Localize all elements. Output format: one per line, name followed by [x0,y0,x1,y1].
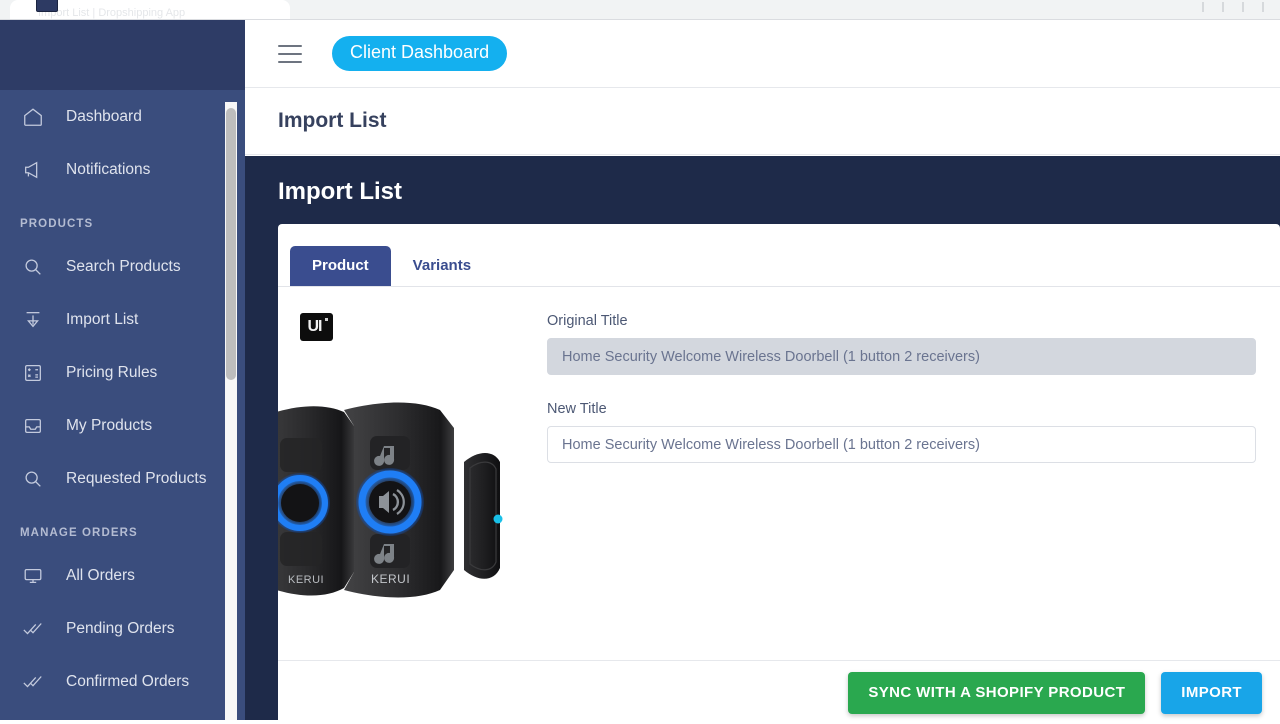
sidebar-item-label: All Orders [66,566,135,584]
tab-bar: Product Variants [278,224,1280,287]
browser-icon-4 [1262,2,1264,12]
product-image: KERUI KERUI [278,402,503,598]
magnifier-icon [20,254,46,280]
sidebar-brand-area [0,20,245,90]
sidebar-scrollbar-thumb[interactable] [226,108,236,380]
monitor-icon [20,563,46,589]
breadcrumb: Import List [245,88,1280,155]
browser-icon-1 [1202,2,1204,12]
import-button[interactable]: IMPORT [1161,671,1262,714]
card-body: UI KERUI KERUI Original Title Home Secur… [278,287,1280,660]
hamburger-line-3 [278,60,302,63]
brand-logo-text: UI [307,318,323,335]
sidebar: Dashboard Notifications PRODUCTS Search … [0,20,245,720]
calculator-icon [20,360,46,386]
panel-title: Import List [278,178,402,205]
double-check-icon [20,669,46,695]
page-title: Import List [278,109,387,132]
sidebar-item-notifications[interactable]: Notifications [0,143,245,196]
inbox-tray-icon [20,413,46,439]
megaphone-icon [20,157,46,183]
sidebar-item-label: Requested Products [66,469,207,487]
double-check-icon [20,616,46,642]
top-bar: Client Dashboard [245,20,1280,88]
sidebar-item-requested-products[interactable]: Requested Products [0,452,245,505]
sidebar-item-label: Pricing Rules [66,363,158,381]
import-list-card: Product Variants UI KERUI KERUI Original… [278,224,1280,724]
main-region: Client Dashboard Import List Import List… [245,20,1280,724]
browser-icon-3 [1242,2,1244,12]
product-media-column: UI KERUI KERUI [278,313,512,660]
sidebar-section-products: PRODUCTS [20,218,94,230]
sidebar-item-label: Confirmed Orders [66,672,190,690]
download-arrow-icon [20,307,46,333]
brand-logo-registered-mark [325,318,328,321]
sidebar-nav-scroll[interactable]: Dashboard Notifications PRODUCTS Search … [0,90,245,720]
original-title-input[interactable]: Home Security Welcome Wireless Doorbell … [547,338,1256,375]
brand-logo-badge: UI [300,313,333,341]
new-title-label: New Title [547,401,607,417]
browser-icon-2 [1222,2,1224,12]
original-title-label: Original Title [547,313,628,329]
app-favicon [36,0,58,12]
sidebar-item-label: Pending Orders [66,619,175,637]
browser-toolbar-icons [1202,2,1264,12]
tab-product[interactable]: Product [290,246,391,286]
sidebar-item-confirmed-orders[interactable]: Confirmed Orders [0,655,245,708]
browser-tab-title: Import List | Dropshipping App [38,7,186,19]
sidebar-item-import-list[interactable]: Import List [0,293,245,346]
product-fields-column: Original Title Home Security Welcome Wir… [512,313,1280,660]
sidebar-item-label: Import List [66,310,139,328]
sidebar-item-pricing-rules[interactable]: Pricing Rules [0,346,245,399]
hamburger-line-1 [278,44,302,47]
new-title-input[interactable]: Home Security Welcome Wireless Doorbell … [547,426,1256,463]
sidebar-item-label: Notifications [66,160,151,178]
sidebar-item-all-orders[interactable]: All Orders [0,549,245,602]
sidebar-item-search-products[interactable]: Search Products [0,240,245,293]
svg-text:KERUI: KERUI [288,574,324,586]
card-footer: SYNC WITH A SHOPIFY PRODUCT IMPORT [278,660,1280,724]
home-icon [20,104,46,130]
tab-variants[interactable]: Variants [391,246,493,286]
content-area: Import List Product Variants UI KERUI KE… [245,156,1280,724]
sidebar-item-pending-orders[interactable]: Pending Orders [0,602,245,655]
sidebar-item-label: My Products [66,416,153,434]
sidebar-item-dashboard[interactable]: Dashboard [0,90,245,143]
sidebar-item-label: Dashboard [66,107,142,125]
magnifier-icon [20,466,46,492]
sidebar-item-my-products[interactable]: My Products [0,399,245,452]
sidebar-item-label: Search Products [66,257,181,275]
sync-with-shopify-product-button[interactable]: SYNC WITH A SHOPIFY PRODUCT [848,671,1146,714]
svg-text:KERUI: KERUI [371,572,410,586]
hamburger-icon[interactable] [278,44,302,63]
hamburger-line-2 [278,52,302,55]
client-dashboard-chip[interactable]: Client Dashboard [332,36,508,71]
sidebar-section-manage-orders: MANAGE ORDERS [20,527,138,539]
browser-chrome-strip: Import List | Dropshipping App [0,0,1280,20]
